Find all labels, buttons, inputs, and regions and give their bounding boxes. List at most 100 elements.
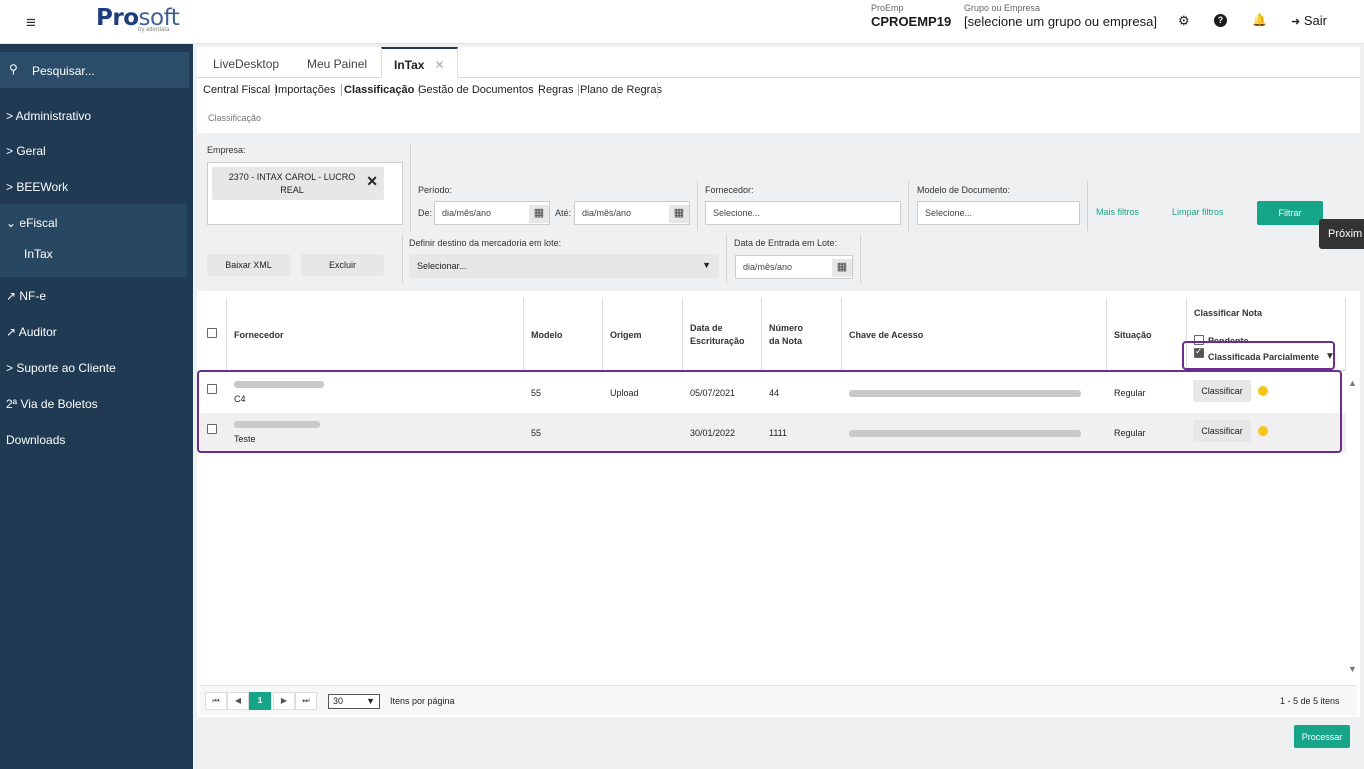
calendar-icon[interactable]: ▦ xyxy=(669,205,689,223)
help-icon[interactable]: ? xyxy=(1214,14,1227,27)
bottom-action-bar: Processar xyxy=(197,717,1360,758)
search-label: Pesquisar... xyxy=(32,64,95,78)
select-all-checkbox[interactable] xyxy=(207,328,217,338)
sidebar-item-boletos[interactable]: 2ª Via de Boletos xyxy=(6,397,98,411)
fornecedor-select[interactable]: Selecione... xyxy=(705,201,901,225)
sidebar-item-nfe[interactable]: ↗ NF-e xyxy=(6,289,46,303)
data-entrada-label: Data de Entrada em Lote: xyxy=(734,238,838,248)
documents-table: Fornecedor Modelo Origem Data de Escritur… xyxy=(200,298,1346,682)
tab-bar: LiveDesktop Meu Painel InTax ✕ xyxy=(197,47,1360,78)
empresa-chip: 2370 - INTAX CAROL - LUCRO REAL ✕ xyxy=(212,167,384,200)
date-to-input[interactable]: dia/mês/ano ▦ xyxy=(574,201,690,225)
subnav-importacoes[interactable]: Importações xyxy=(275,84,342,96)
baixar-xml-button[interactable]: Baixar XML xyxy=(207,254,290,276)
sidebar-item-intax[interactable]: InTax xyxy=(24,247,53,261)
header-origem[interactable]: Origem xyxy=(610,329,642,342)
efiscal-submenu-bg xyxy=(0,204,187,277)
header-fornecedor[interactable]: Fornecedor xyxy=(234,329,284,342)
last-page-icon[interactable]: ⏭ xyxy=(295,692,317,710)
logout-button[interactable]: ➜ Sair xyxy=(1291,13,1327,28)
periodo-label: Período: xyxy=(418,185,453,195)
de-label: De: xyxy=(418,208,433,218)
tab-close-icon[interactable]: ✕ xyxy=(434,58,444,72)
tab-intax[interactable]: InTax ✕ xyxy=(381,47,458,78)
items-per-page-label: Itens por página xyxy=(390,696,455,706)
current-page[interactable]: 1 xyxy=(249,692,271,710)
settings-gear-icon[interactable]: ⚙ xyxy=(1178,13,1190,29)
data-entrada-input[interactable]: dia/mês/ano ▦ xyxy=(735,255,853,279)
proemp-value[interactable]: CPROEMP19 xyxy=(871,14,951,29)
subnav-classificacao[interactable]: Classificação xyxy=(344,84,421,96)
tab-meu-painel[interactable]: Meu Painel xyxy=(307,57,367,71)
highlight-rows-annotation xyxy=(197,370,1342,453)
grupo-label: Grupo ou Empresa xyxy=(964,3,1041,13)
destino-select[interactable]: Selecionar... ▼ xyxy=(409,254,719,278)
modelo-select[interactable]: Selecione... xyxy=(917,201,1080,225)
sidebar-item-downloads[interactable]: Downloads xyxy=(6,433,65,447)
excluir-button[interactable]: Excluir xyxy=(301,254,384,276)
filter-divider xyxy=(860,235,861,283)
chip-close-icon[interactable]: ✕ xyxy=(366,174,378,188)
filter-divider xyxy=(1087,181,1088,231)
modelo-label: Modelo de Documento: xyxy=(917,185,1011,195)
subnav-divider xyxy=(657,82,658,98)
limpar-filtros-link[interactable]: Limpar filtros xyxy=(1172,207,1224,217)
sidebar-item-beework[interactable]: > BEEWork xyxy=(6,180,68,194)
sidebar-item-administrativo[interactable]: > Administrativo xyxy=(6,109,91,123)
next-page-icon[interactable]: ▶ xyxy=(273,692,295,710)
prev-page-icon[interactable]: ◀ xyxy=(227,692,249,710)
empresa-label: Empresa: xyxy=(207,145,246,155)
sidebar: ⚲ Pesquisar... > Administrativo > Geral … xyxy=(0,44,193,769)
top-bar: ≡ Prosoft by alterdata ProEmp CPROEMP19 … xyxy=(0,0,1364,44)
scroll-down-arrow-icon[interactable]: ▼ xyxy=(1348,664,1357,674)
filtrar-button[interactable]: Filtrar xyxy=(1257,201,1323,225)
logout-icon: ➜ xyxy=(1291,16,1301,28)
processar-button[interactable]: Processar xyxy=(1294,725,1350,748)
filter-panel: Empresa: 2370 - INTAX CAROL - LUCRO REAL… xyxy=(197,133,1360,291)
calendar-icon[interactable]: ▦ xyxy=(529,205,549,223)
filter-divider xyxy=(402,235,403,283)
subnav-regras[interactable]: Regras xyxy=(538,84,580,96)
search-icon: ⚲ xyxy=(9,62,18,76)
scroll-up-arrow-icon[interactable]: ▲ xyxy=(1348,378,1357,388)
sidebar-search[interactable]: ⚲ Pesquisar... xyxy=(0,52,189,88)
header-data-escrituracao[interactable]: Data de Escrituração xyxy=(690,322,745,348)
pagination-summary: 1 - 5 de 5 itens xyxy=(1280,696,1340,706)
notification-bell-icon[interactable]: 🔔 xyxy=(1252,13,1267,27)
chevron-down-icon: ▼ xyxy=(366,696,375,706)
destino-label: Definir destino da mercadoria em lote: xyxy=(409,238,562,248)
pagination-bar: ⏮ ◀ 1 ▶ ⏭ 30 ▼ Itens por página 1 - 5 de… xyxy=(200,685,1357,715)
filter-divider xyxy=(697,181,698,231)
filter-divider xyxy=(726,235,727,283)
header-situacao[interactable]: Situação xyxy=(1114,329,1152,342)
sidebar-item-efiscal[interactable]: ⌄ eFiscal xyxy=(6,216,57,230)
sidebar-item-auditor[interactable]: ↗ Auditor xyxy=(6,325,57,339)
hamburger-menu-icon[interactable]: ≡ xyxy=(26,13,36,33)
first-page-icon[interactable]: ⏮ xyxy=(205,692,227,710)
subnav-gestao-documentos[interactable]: Gestão de Documentos xyxy=(418,84,540,96)
ate-label: Até: xyxy=(555,208,572,218)
date-from-input[interactable]: dia/mês/ano ▦ xyxy=(434,201,550,225)
header-classificar-nota: Classificar Nota xyxy=(1194,308,1263,318)
filter-divider xyxy=(410,143,411,231)
tooltip: Próxim xyxy=(1319,219,1364,249)
items-per-page-select[interactable]: 30 ▼ xyxy=(328,694,380,709)
mais-filtros-link[interactable]: Mais filtros xyxy=(1096,207,1139,217)
header-chave-acesso[interactable]: Chave de Acesso xyxy=(849,329,923,342)
tab-livedesktop[interactable]: LiveDesktop xyxy=(213,57,279,71)
logo-subtitle: by alterdata xyxy=(138,27,170,33)
highlight-filter-annotation xyxy=(1182,341,1335,370)
proemp-label: ProEmp xyxy=(871,3,904,13)
filter-divider xyxy=(908,181,909,231)
subnav-central-fiscal[interactable]: Central Fiscal xyxy=(203,84,277,96)
subnav-plano-regras[interactable]: Plano de Regras xyxy=(580,84,662,96)
sidebar-item-suporte[interactable]: > Suporte ao Cliente xyxy=(6,361,116,375)
header-modelo[interactable]: Modelo xyxy=(531,329,563,342)
grupo-selector[interactable]: [selecione um grupo ou empresa] xyxy=(964,14,1157,29)
sidebar-item-geral[interactable]: > Geral xyxy=(6,144,46,158)
table-header: Fornecedor Modelo Origem Data de Escritur… xyxy=(200,298,1346,371)
header-numero-nota[interactable]: Número da Nota xyxy=(769,322,803,348)
calendar-icon[interactable]: ▦ xyxy=(832,259,852,277)
empresa-multiselect[interactable]: 2370 - INTAX CAROL - LUCRO REAL ✕ xyxy=(207,162,403,225)
main-content: LiveDesktop Meu Painel InTax ✕ Central Fi… xyxy=(197,47,1360,758)
